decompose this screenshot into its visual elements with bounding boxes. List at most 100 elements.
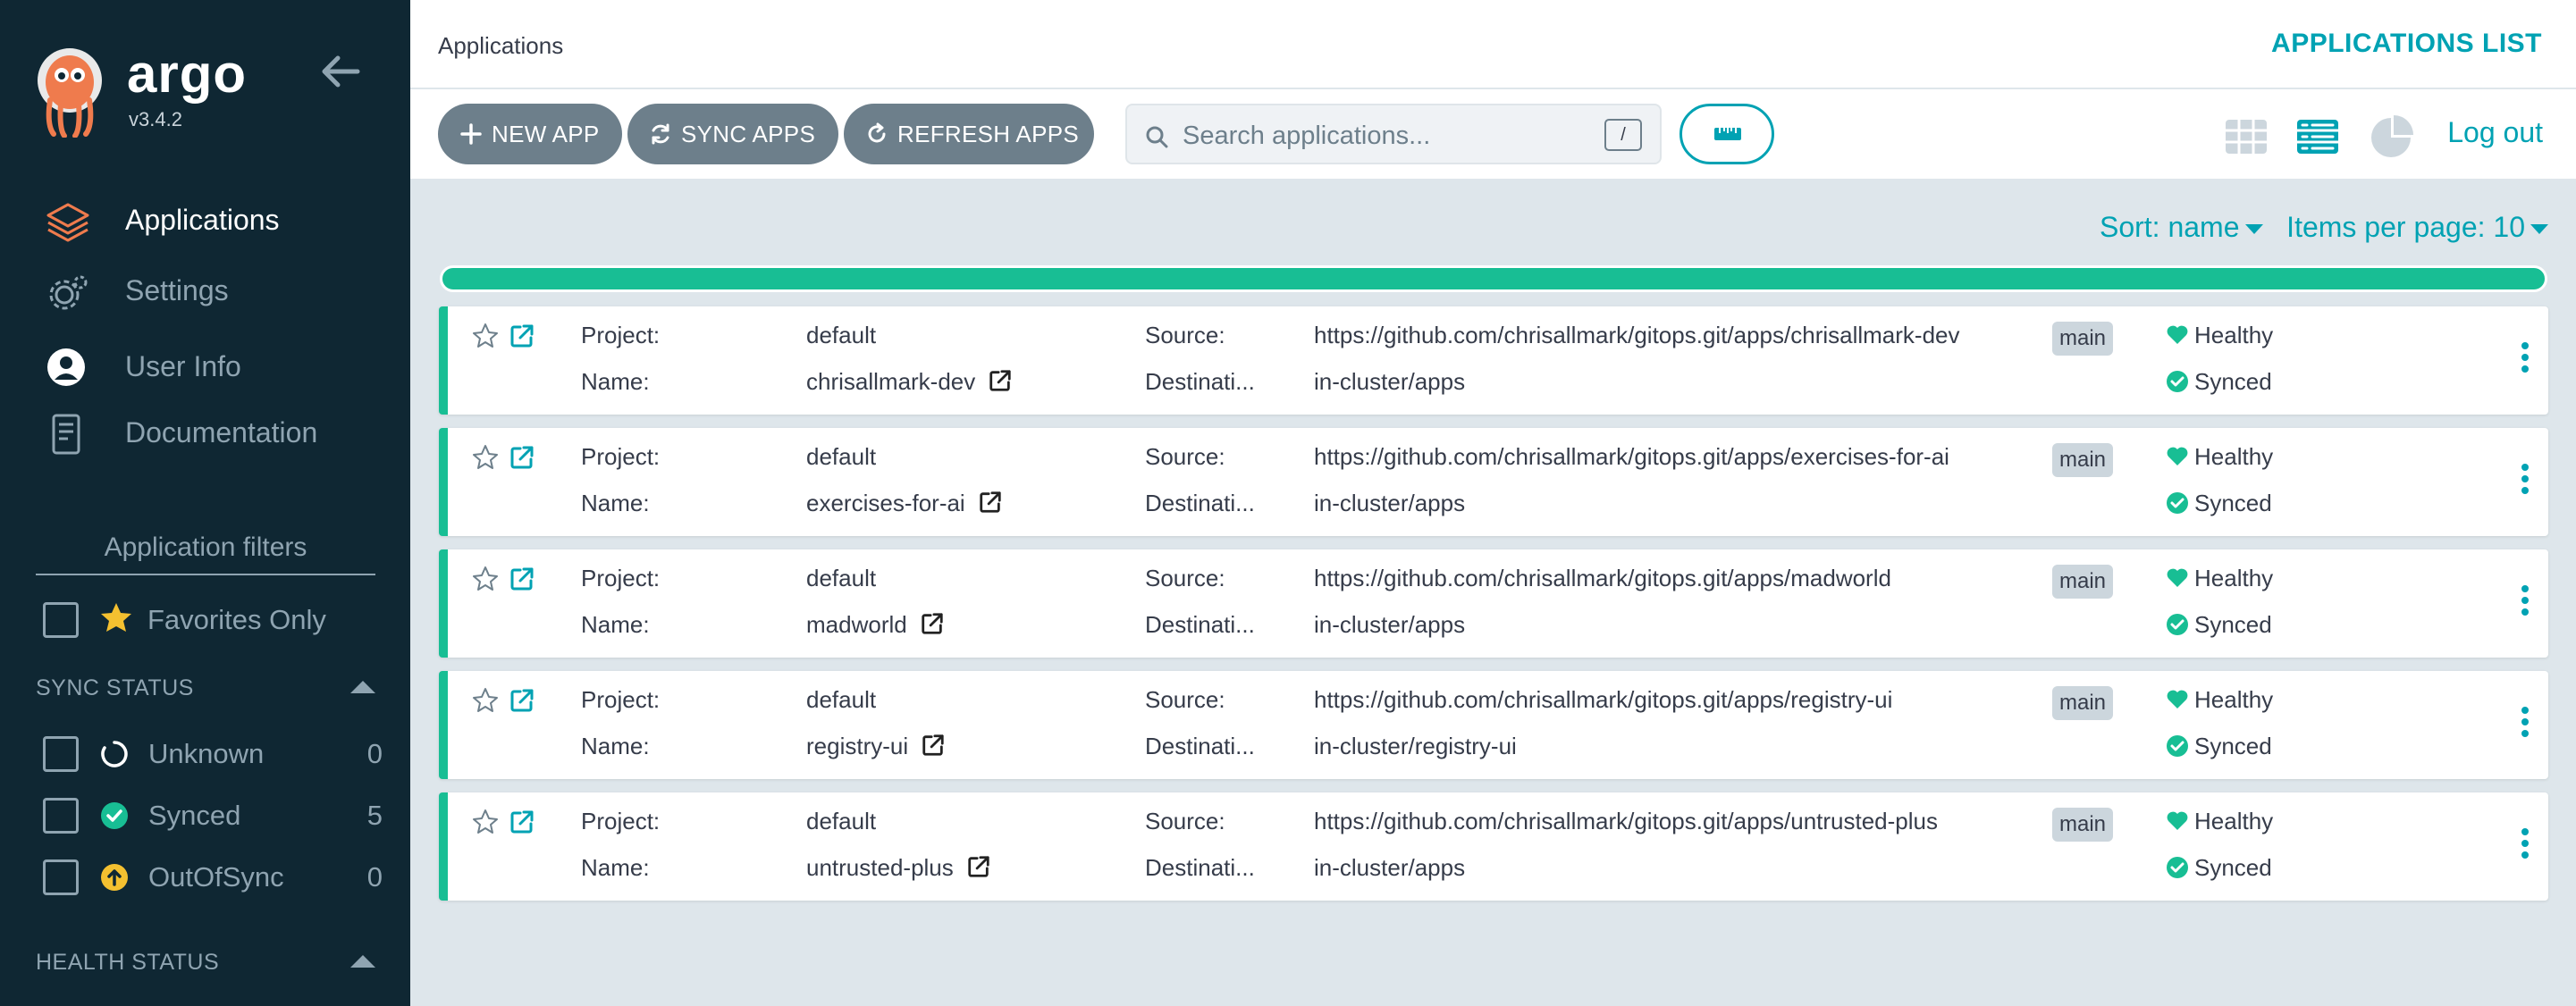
new-app-label: NEW APP — [492, 121, 600, 147]
star-outline-icon[interactable] — [472, 323, 499, 349]
filter-count: 0 — [366, 738, 383, 769]
summary-view-icon[interactable] — [2368, 113, 2414, 159]
more-actions-icon[interactable] — [2514, 585, 2536, 621]
external-link-icon[interactable] — [509, 687, 535, 714]
external-link-icon[interactable] — [921, 733, 946, 758]
out-of-sync-checkbox[interactable] — [43, 859, 79, 895]
sync-label: Synced — [2194, 490, 2272, 516]
items-per-page-dropdown[interactable]: Items per page: 10 — [2286, 211, 2548, 243]
external-link-icon[interactable] — [920, 611, 945, 636]
filter-synced[interactable]: Synced 5 — [43, 796, 383, 835]
check-circle-icon — [2167, 735, 2188, 757]
external-link-icon[interactable] — [509, 444, 535, 471]
collapse-sidebar-icon[interactable] — [320, 54, 361, 89]
external-link-icon[interactable] — [509, 566, 535, 592]
project-label: Project: — [581, 443, 661, 470]
filter-count: 5 — [366, 800, 383, 831]
revision-badge: main — [2052, 322, 2113, 356]
sidebar-item-applications[interactable]: Applications — [0, 192, 410, 246]
logout-link[interactable]: Log out — [2447, 116, 2543, 149]
app-name[interactable]: exercises-for-ai — [806, 490, 1003, 517]
sidebar-item-settings[interactable]: Settings — [0, 263, 410, 316]
external-link-icon[interactable] — [966, 854, 991, 879]
favorites-only-filter[interactable]: Favorites Only — [43, 600, 383, 640]
sidebar-item-user-info[interactable]: User Info — [0, 339, 410, 392]
sidebar-item-label: Documentation — [125, 416, 318, 449]
source-url: https://github.com/chrisallmark/gitops.g… — [1314, 686, 1893, 713]
more-actions-icon[interactable] — [2514, 707, 2536, 742]
source-url: https://github.com/chrisallmark/gitops.g… — [1314, 443, 1949, 470]
external-link-icon[interactable] — [509, 809, 535, 835]
argo-logo — [38, 48, 102, 138]
new-app-button[interactable]: NEW APP — [438, 104, 622, 164]
app-name[interactable]: madworld — [806, 611, 945, 639]
more-actions-icon[interactable] — [2514, 464, 2536, 499]
sidebar: argo v3.4.2 Applications Settings User I… — [0, 0, 410, 1006]
project-value: default — [806, 565, 877, 591]
chevron-down-icon — [2244, 224, 2263, 235]
destination-label: Destinati... — [1145, 854, 1255, 881]
refresh-apps-label: REFRESH APPS — [897, 121, 1079, 147]
sidebar-item-label: User Info — [125, 350, 241, 382]
filter-count: 0 — [366, 861, 383, 893]
external-link-icon[interactable] — [978, 490, 1003, 515]
unknown-checkbox[interactable] — [43, 736, 79, 772]
sort-label: Sort: name — [2099, 211, 2240, 243]
app-name[interactable]: untrusted-plus — [806, 854, 991, 882]
check-circle-icon — [2167, 371, 2188, 392]
filter-unknown[interactable]: Unknown 0 — [43, 734, 383, 774]
destination-value: in-cluster/apps — [1314, 611, 1466, 638]
application-row[interactable]: Project: default Name: exercises-for-ai … — [439, 428, 2548, 536]
more-actions-icon[interactable] — [2514, 342, 2536, 378]
destination-value: in-cluster/apps — [1314, 490, 1466, 516]
ruler-button[interactable] — [1679, 104, 1774, 164]
application-row[interactable]: Project: default Name: untrusted-plus So… — [439, 792, 2548, 901]
sidebar-item-documentation[interactable]: Documentation — [0, 405, 410, 458]
search-box: / — [1125, 104, 1662, 164]
heart-icon — [2167, 568, 2188, 587]
name-label: Name: — [581, 854, 650, 881]
source-label: Source: — [1145, 565, 1225, 591]
health-summary-bar — [440, 265, 2547, 292]
synced-checkbox[interactable] — [43, 798, 79, 834]
filter-out-of-sync[interactable]: OutOfSync 0 — [43, 858, 383, 897]
toolbar: NEW APP SYNC APPS REFRESH APPS / — [410, 89, 2576, 179]
sync-label: Synced — [2194, 368, 2272, 395]
app-name-text: chrisallmark-dev — [806, 368, 976, 395]
sync-status-collapse-icon[interactable] — [350, 681, 375, 693]
project-label: Project: — [581, 808, 661, 834]
list-view-icon[interactable] — [2294, 113, 2341, 159]
project-label: Project: — [581, 686, 661, 713]
destination-value: in-cluster/apps — [1314, 368, 1466, 395]
application-row[interactable]: Project: default Name: registry-ui Sourc… — [439, 671, 2548, 779]
more-actions-icon[interactable] — [2514, 828, 2536, 864]
source-label: Source: — [1145, 808, 1225, 834]
search-input[interactable] — [1183, 118, 1585, 154]
tiles-view-icon[interactable] — [2223, 113, 2269, 159]
star-outline-icon[interactable] — [472, 444, 499, 471]
health-status-collapse-icon[interactable] — [350, 955, 375, 968]
star-outline-icon[interactable] — [472, 687, 499, 714]
favorites-checkbox[interactable] — [43, 602, 79, 638]
app-name[interactable]: chrisallmark-dev — [806, 368, 1013, 396]
chevron-down-icon — [2530, 224, 2548, 235]
star-outline-icon[interactable] — [472, 566, 499, 592]
heart-icon — [2167, 811, 2188, 830]
app-name-text: madworld — [806, 611, 907, 638]
breadcrumb[interactable]: Applications — [438, 32, 563, 60]
external-link-icon[interactable] — [988, 368, 1013, 393]
health-label: Healthy — [2194, 565, 2274, 591]
star-outline-icon[interactable] — [472, 809, 499, 835]
sync-apps-button[interactable]: SYNC APPS — [627, 104, 838, 164]
sync-label: Synced — [2194, 854, 2272, 881]
check-circle-icon — [2167, 857, 2188, 878]
application-row[interactable]: Project: default Name: chrisallmark-dev … — [439, 306, 2548, 415]
application-row[interactable]: Project: default Name: madworld Source: … — [439, 549, 2548, 658]
refresh-apps-button[interactable]: REFRESH APPS — [844, 104, 1094, 164]
health-status-title: HEALTH STATUS — [36, 950, 220, 975]
source-url: https://github.com/chrisallmark/gitops.g… — [1314, 322, 1960, 348]
app-name[interactable]: registry-ui — [806, 733, 946, 760]
items-per-page-label: Items per page: 10 — [2286, 211, 2525, 243]
sort-dropdown[interactable]: Sort: name — [2100, 211, 2263, 243]
external-link-icon[interactable] — [509, 323, 535, 349]
